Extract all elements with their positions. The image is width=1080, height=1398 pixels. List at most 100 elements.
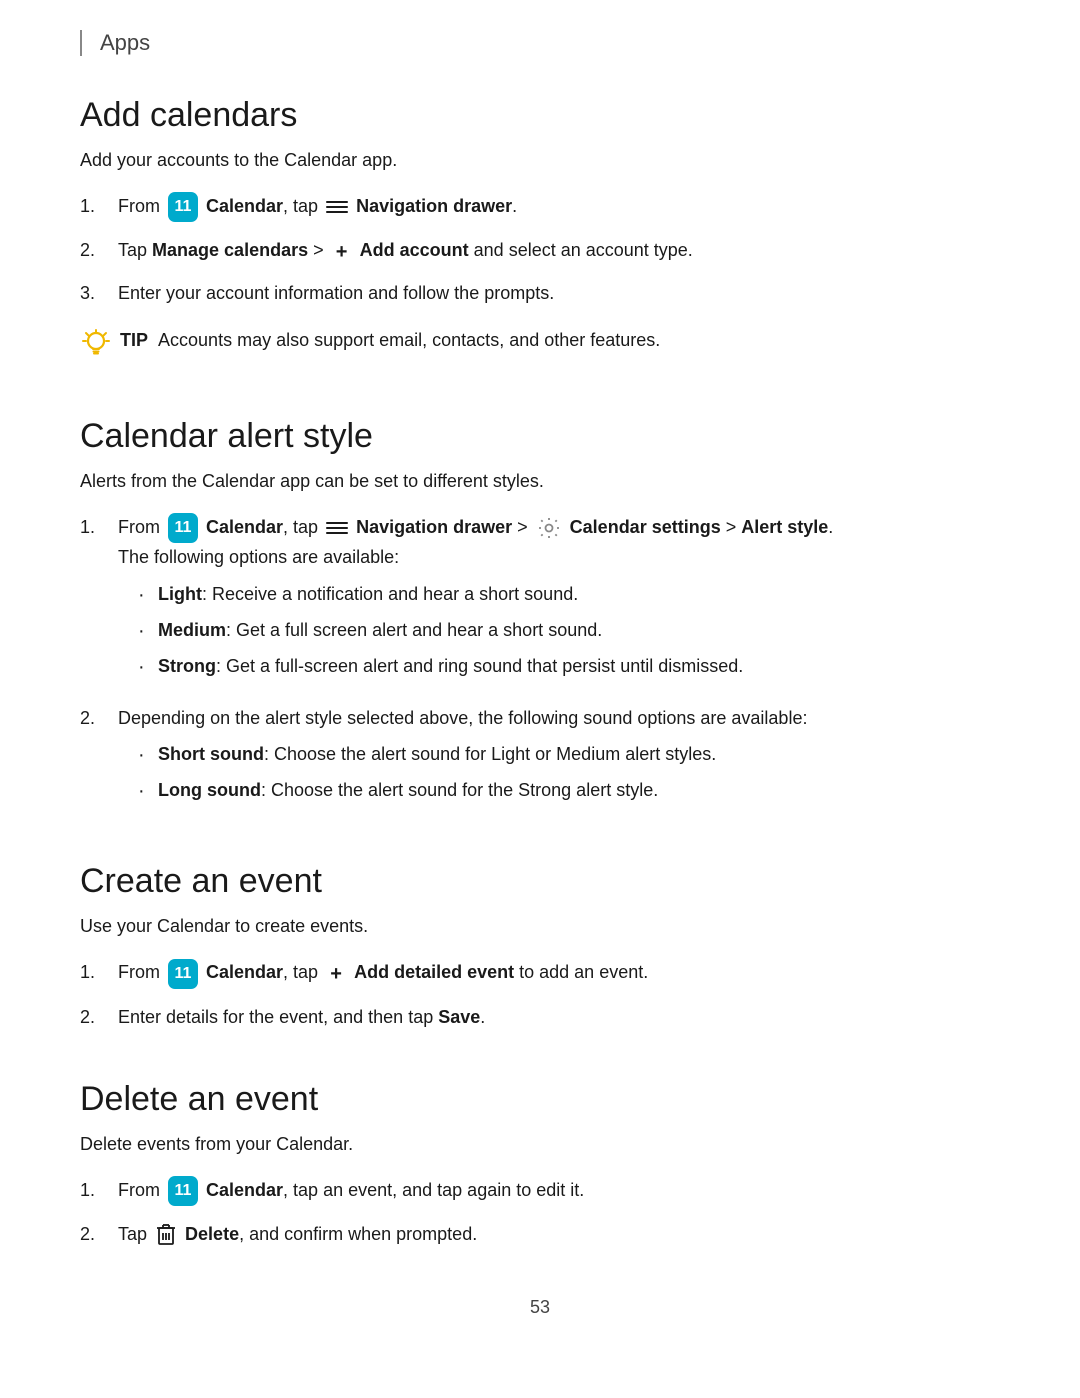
- step2-text: Depending on the alert style selected ab…: [118, 708, 807, 728]
- bullet-list-alert-options: · Light: Receive a notification and hear…: [138, 580, 1000, 682]
- step-number: 1.: [80, 1176, 118, 1205]
- steps-list-add-calendars: 1. From 11 Calendar, tap Navigation draw…: [80, 192, 1000, 308]
- page-header: Apps: [80, 30, 1000, 56]
- step-number: 2.: [80, 1003, 118, 1032]
- bullet-dot: ·: [138, 740, 158, 770]
- trash-icon: [155, 1222, 177, 1248]
- bullet-dot: ·: [138, 776, 158, 806]
- bullet-content: Light: Receive a notification and hear a…: [158, 580, 578, 609]
- section-title-add-calendars: Add calendars: [80, 96, 1000, 135]
- bullet-content: Long sound: Choose the alert sound for t…: [158, 776, 658, 805]
- step-item: 2. Depending on the alert style selected…: [80, 704, 1000, 815]
- bullet-content: Medium: Get a full screen alert and hear…: [158, 616, 602, 645]
- long-sound-label: Long sound: [158, 780, 261, 800]
- bullet-item: · Long sound: Choose the alert sound for…: [138, 776, 1000, 806]
- short-sound-label: Short sound: [158, 744, 264, 764]
- add-icon: +: [331, 241, 353, 263]
- alert-style-label: Alert style: [741, 517, 828, 537]
- step-number: 2.: [80, 1220, 118, 1249]
- calendar-icon: 11: [168, 959, 198, 989]
- section-calendar-alert-style: Calendar alert style Alerts from the Cal…: [80, 417, 1000, 815]
- strong-text: : Get a full-screen alert and ring sound…: [216, 656, 743, 676]
- page-container: Apps Add calendars Add your accounts to …: [0, 0, 1080, 1398]
- page-header-title: Apps: [100, 30, 150, 55]
- bullet-dot: ·: [138, 616, 158, 646]
- steps-list-create-event: 1. From 11 Calendar, tap + Add detailed …: [80, 958, 1000, 1031]
- nav-drawer-label: Navigation drawer: [356, 196, 512, 216]
- page-number: 53: [80, 1297, 1000, 1318]
- medium-text: : Get a full screen alert and hear a sho…: [226, 620, 602, 640]
- step-item: 1. From 11 Calendar, tap + Add detailed …: [80, 958, 1000, 988]
- section-subtitle-alert-style: Alerts from the Calendar app can be set …: [80, 468, 1000, 495]
- step-content: Enter your account information and follo…: [118, 279, 1000, 308]
- step-number: 1.: [80, 513, 118, 542]
- calendar-label: Calendar: [206, 517, 283, 537]
- nav-drawer-icon: [326, 198, 348, 216]
- step-content: From 11 Calendar, tap Navigation drawer …: [118, 513, 1000, 690]
- nav-drawer-label: Navigation drawer: [356, 517, 512, 537]
- step-number: 2.: [80, 236, 118, 265]
- step-item: 1. From 11 Calendar, tap an event, and t…: [80, 1176, 1000, 1206]
- add-account-label: Add account: [360, 240, 469, 260]
- step-item: 1. From 11 Calendar, tap Navigation draw…: [80, 192, 1000, 222]
- step-item: 1. From 11 Calendar, tap Navigation draw…: [80, 513, 1000, 690]
- step-content: From 11 Calendar, tap an event, and tap …: [118, 1176, 1000, 1206]
- section-subtitle-delete-event: Delete events from your Calendar.: [80, 1131, 1000, 1158]
- steps-list-delete-event: 1. From 11 Calendar, tap an event, and t…: [80, 1176, 1000, 1249]
- save-label: Save: [438, 1007, 480, 1027]
- bullet-dot: ·: [138, 652, 158, 682]
- step-content: Enter details for the event, and then ta…: [118, 1003, 1000, 1032]
- step-content: From 11 Calendar, tap Navigation drawer.: [118, 192, 1000, 222]
- section-title-create-event: Create an event: [80, 862, 1000, 901]
- step-number: 2.: [80, 704, 118, 733]
- step-content: Depending on the alert style selected ab…: [118, 704, 1000, 815]
- nav-drawer-icon: [326, 519, 348, 537]
- bullet-content: Strong: Get a full-screen alert and ring…: [158, 652, 743, 681]
- settings-icon: [536, 515, 562, 541]
- tip-box: TIP Accounts may also support email, con…: [80, 326, 1000, 369]
- medium-label: Medium: [158, 620, 226, 640]
- step-content: From 11 Calendar, tap + Add detailed eve…: [118, 958, 1000, 988]
- section-title-delete-event: Delete an event: [80, 1080, 1000, 1119]
- step-number: 1.: [80, 192, 118, 221]
- add-detailed-event-icon: +: [325, 963, 347, 985]
- tip-icon-wrap: [80, 328, 112, 369]
- tip-label: TIP: [120, 330, 148, 350]
- calendar-label: Calendar: [206, 196, 283, 216]
- section-title-alert-style: Calendar alert style: [80, 417, 1000, 456]
- bullet-item: · Light: Receive a notification and hear…: [138, 580, 1000, 610]
- bullet-item: · Strong: Get a full-screen alert and ri…: [138, 652, 1000, 682]
- bullet-item: · Short sound: Choose the alert sound fo…: [138, 740, 1000, 770]
- steps-list-alert-style: 1. From 11 Calendar, tap Navigation draw…: [80, 513, 1000, 815]
- step-item: 2. Tap Manage calendars > + Add account …: [80, 236, 1000, 265]
- section-create-event: Create an event Use your Calendar to cre…: [80, 862, 1000, 1031]
- calendar-settings-label: Calendar settings: [570, 517, 721, 537]
- long-sound-text: : Choose the alert sound for the Strong …: [261, 780, 658, 800]
- section-add-calendars: Add calendars Add your accounts to the C…: [80, 96, 1000, 369]
- step-item: 3. Enter your account information and fo…: [80, 279, 1000, 308]
- delete-label: Delete: [185, 1224, 239, 1244]
- tip-content: Accounts may also support email, contact…: [158, 330, 660, 350]
- section-subtitle-create-event: Use your Calendar to create events.: [80, 913, 1000, 940]
- calendar-label: Calendar: [206, 1180, 283, 1200]
- section-subtitle-add-calendars: Add your accounts to the Calendar app.: [80, 147, 1000, 174]
- add-detailed-event-label: Add detailed event: [354, 962, 514, 982]
- strong-label: Strong: [158, 656, 216, 676]
- step-number: 3.: [80, 279, 118, 308]
- calendar-label: Calendar: [206, 962, 283, 982]
- short-sound-text: : Choose the alert sound for Light or Me…: [264, 744, 716, 764]
- section-delete-event: Delete an event Delete events from your …: [80, 1080, 1000, 1249]
- lightbulb-icon: [80, 328, 112, 360]
- tip-text: TIP Accounts may also support email, con…: [120, 326, 660, 355]
- step-content: Tap Delete, and confir: [118, 1220, 1000, 1249]
- bullet-list-sound-options: · Short sound: Choose the alert sound fo…: [138, 740, 1000, 806]
- calendar-icon: 11: [168, 513, 198, 543]
- step-content: Tap Manage calendars > + Add account and…: [118, 236, 1000, 265]
- light-label: Light: [158, 584, 202, 604]
- bullet-dot: ·: [138, 580, 158, 610]
- step-number: 1.: [80, 958, 118, 987]
- calendar-icon: 11: [168, 1176, 198, 1206]
- bullet-content: Short sound: Choose the alert sound for …: [158, 740, 716, 769]
- step-item: 2. Tap: [80, 1220, 1000, 1249]
- calendar-icon: 11: [168, 192, 198, 222]
